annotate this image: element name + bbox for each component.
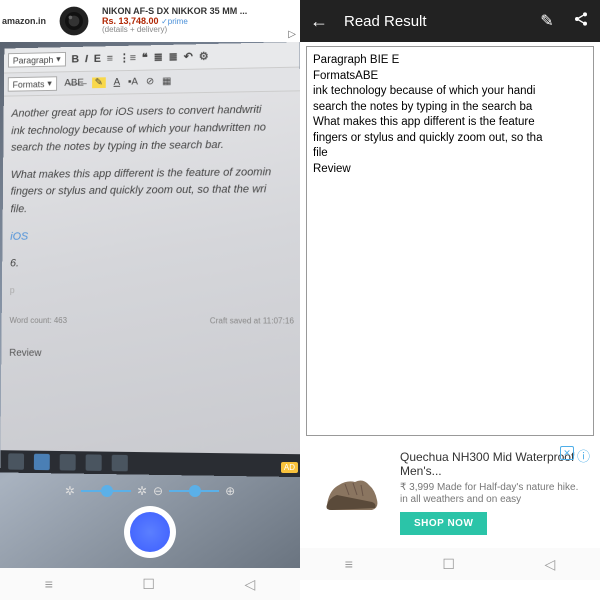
share-icon[interactable] bbox=[572, 11, 590, 32]
camera-viewfinder: Paragraph ▾ B I E ≡ ⋮≡ ❝ ≣ ≣ ↶ ⚙ Formats… bbox=[0, 42, 300, 568]
edit-icon[interactable]: ✎ bbox=[538, 11, 556, 31]
amazon-logo: amazon.in bbox=[2, 16, 46, 26]
paragraph-dropdown[interactable]: Paragraph ▾ bbox=[8, 52, 66, 68]
nav-home-icon[interactable]: ☐ bbox=[142, 576, 155, 593]
app-header: ← Read Result ✎ bbox=[300, 0, 600, 42]
brightness-high-icon[interactable]: ✲ bbox=[137, 484, 147, 498]
indent-icon[interactable]: ≣ bbox=[169, 51, 178, 64]
ad-play-icon[interactable]: ▷ bbox=[288, 29, 296, 40]
nav-menu-icon[interactable]: ≡ bbox=[45, 576, 53, 592]
italic-icon[interactable]: I bbox=[85, 53, 88, 65]
editor-content: Another great app for iOS users to conve… bbox=[1, 91, 300, 373]
product-desc: ₹ 3,999 Made for Half-day's nature hike.… bbox=[400, 482, 588, 506]
ad-close-x-icon[interactable]: ✕ bbox=[560, 446, 574, 460]
brightness-slider[interactable] bbox=[81, 490, 131, 492]
zoom-slider[interactable] bbox=[169, 490, 219, 492]
bgcolor-icon[interactable]: ▪A bbox=[128, 77, 138, 88]
align-icon[interactable]: ≡ bbox=[107, 52, 113, 64]
ad-text: NIKON AF-S DX NIKKOR 35 MM ... Rs. 13,74… bbox=[102, 7, 247, 36]
quote-icon[interactable]: ❝ bbox=[142, 51, 148, 64]
nav-menu-icon[interactable]: ≡ bbox=[345, 556, 353, 572]
top-banner-ad[interactable]: amazon.in NIKON AF-S DX NIKKOR 35 MM ...… bbox=[0, 0, 300, 42]
media-icon[interactable]: ▦ bbox=[162, 76, 171, 87]
textcolor-icon[interactable]: A bbox=[114, 77, 121, 88]
formats-dropdown[interactable]: Formats ▾ bbox=[8, 76, 57, 91]
ad-info-icon[interactable]: ⓘ bbox=[577, 446, 590, 465]
result-text[interactable]: Paragraph BIE E FormatsABE ink technolog… bbox=[306, 46, 594, 436]
back-icon[interactable]: ← bbox=[310, 11, 328, 32]
ad-tag: AD bbox=[281, 462, 298, 473]
bottom-ad[interactable]: ✕ ⓘ Quechua NH300 Mid Waterproof Men's..… bbox=[306, 444, 594, 544]
format-e-icon[interactable]: E bbox=[94, 53, 101, 65]
nav-back-icon[interactable]: ◁ bbox=[544, 556, 555, 573]
android-navbar: ≡ ☐ ◁ bbox=[0, 568, 300, 600]
shop-now-button[interactable]: SHOP NOW bbox=[400, 512, 487, 535]
android-navbar-right: ≡ ☐ ◁ bbox=[300, 548, 600, 580]
gear-icon[interactable]: ⚙ bbox=[199, 50, 209, 63]
bold-icon[interactable]: B bbox=[71, 53, 79, 65]
page-title: Read Result bbox=[344, 13, 522, 30]
product-image bbox=[312, 450, 392, 530]
clear-icon[interactable]: ⊘ bbox=[146, 76, 154, 87]
nav-back-icon[interactable]: ◁ bbox=[244, 576, 255, 593]
highlight-icon[interactable]: ✎ bbox=[92, 77, 106, 88]
shutter-button[interactable] bbox=[124, 506, 176, 558]
undo-icon[interactable]: ↶ bbox=[184, 50, 193, 63]
zoom-in-icon[interactable]: ⊕ bbox=[225, 484, 235, 498]
outdent-icon[interactable]: ≣ bbox=[154, 51, 163, 64]
lens-image bbox=[52, 2, 96, 40]
taskbar bbox=[0, 450, 300, 477]
zoom-out-icon[interactable]: ⊖ bbox=[153, 484, 163, 498]
strike-icon[interactable]: A̶B̶E̶ bbox=[64, 78, 84, 89]
nav-home-icon[interactable]: ☐ bbox=[442, 556, 455, 573]
camera-controls: ✲ ✲ ⊖ ⊕ bbox=[0, 484, 300, 498]
list-icon[interactable]: ⋮≡ bbox=[119, 51, 136, 64]
brightness-low-icon[interactable]: ✲ bbox=[65, 484, 75, 498]
